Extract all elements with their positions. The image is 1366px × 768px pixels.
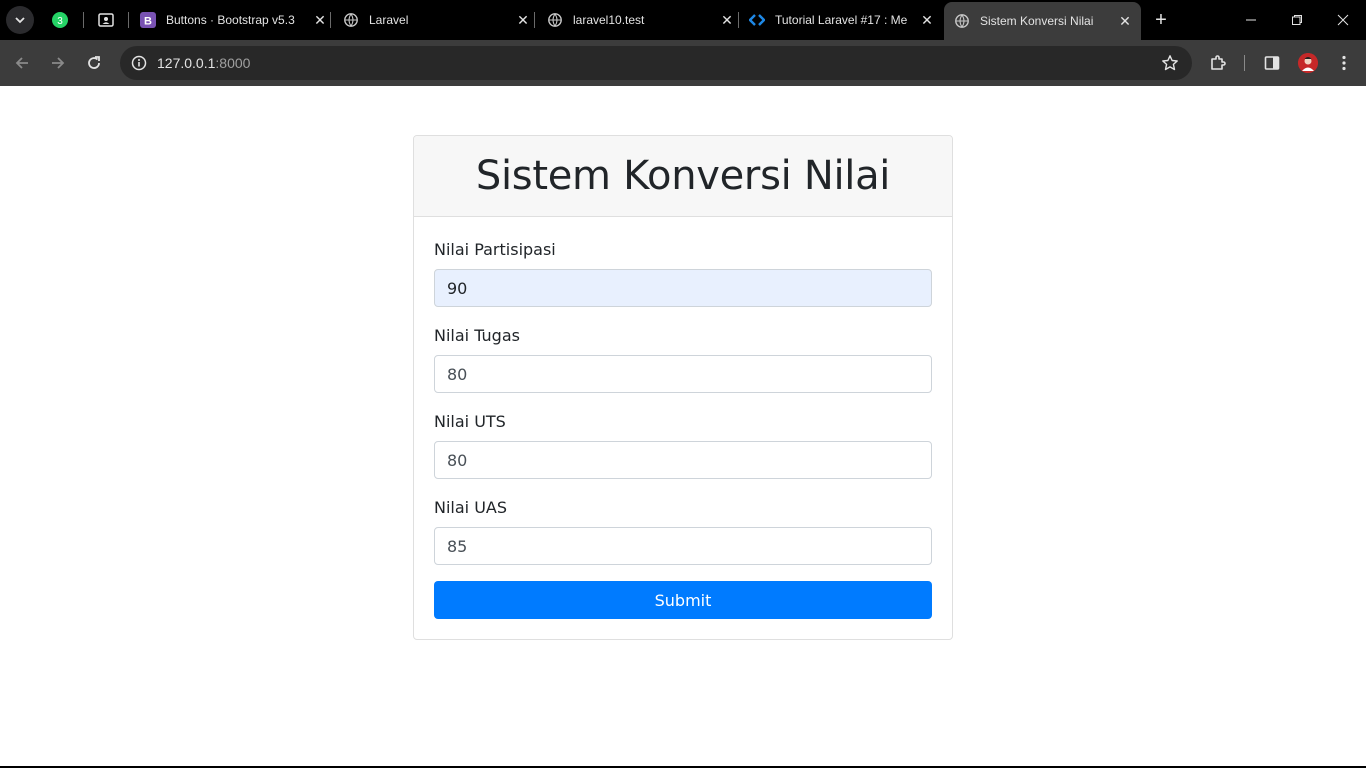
- bootstrap-icon: B: [140, 12, 156, 28]
- tab-bootstrap-buttons[interactable]: B Buttons · Bootstrap v5.3 ✕: [140, 0, 328, 40]
- chevron-down-icon: [15, 17, 25, 24]
- whatsapp-icon: 3: [52, 12, 68, 28]
- tab-title: Sistem Konversi Nilai: [980, 14, 1094, 28]
- close-window-icon[interactable]: [1320, 0, 1366, 40]
- close-tab-icon[interactable]: ✕: [312, 12, 328, 28]
- tab-title: Tutorial Laravel #17 : Me: [775, 13, 908, 27]
- back-button[interactable]: [8, 49, 36, 77]
- tab-separator: [738, 12, 739, 28]
- label-nilai-tugas: Nilai Tugas: [434, 326, 520, 345]
- browser-tab-strip: 3 B Buttons · Bootstrap v5.3 ✕ Laravel ✕…: [0, 0, 1366, 40]
- whatsapp-badge: 3: [57, 16, 63, 27]
- tab-separator: [534, 12, 535, 28]
- minimize-window-icon[interactable]: [1228, 0, 1274, 40]
- url-text[interactable]: 127.0.0.1:8000: [157, 55, 250, 71]
- url-host: 127.0.0.1: [157, 55, 216, 71]
- forward-button[interactable]: [44, 49, 72, 77]
- tab-title: Buttons · Bootstrap v5.3: [166, 13, 295, 27]
- submit-button[interactable]: Submit: [434, 581, 932, 619]
- tab-tutorial-laravel[interactable]: Tutorial Laravel #17 : Me ✕: [749, 0, 935, 40]
- globe-icon: [547, 12, 563, 28]
- label-nilai-uas: Nilai UAS: [434, 498, 508, 517]
- reload-button[interactable]: [80, 49, 108, 77]
- svg-text:B: B: [144, 16, 152, 28]
- pinned-tab-whatsapp[interactable]: 3: [48, 8, 72, 32]
- close-tab-icon[interactable]: ✕: [919, 12, 935, 28]
- globe-icon: [343, 12, 359, 28]
- tab-laravel[interactable]: Laravel ✕: [343, 0, 531, 40]
- profile-avatar[interactable]: [1298, 53, 1318, 73]
- contact-card-icon: [98, 13, 114, 27]
- close-tab-icon[interactable]: ✕: [515, 12, 531, 28]
- tab-title: laravel10.test: [573, 13, 645, 27]
- tab-title: Laravel: [369, 13, 409, 27]
- arrow-right-icon: [52, 57, 65, 69]
- input-nilai-uas[interactable]: [434, 527, 932, 565]
- arrow-left-icon: [15, 57, 28, 69]
- bookmark-star-icon[interactable]: [1160, 53, 1180, 73]
- page-title: Sistem Konversi Nilai: [475, 153, 891, 199]
- tab-search-button[interactable]: [6, 6, 34, 34]
- site-info-icon[interactable]: [128, 52, 150, 74]
- more-menu-icon[interactable]: [1332, 51, 1356, 75]
- new-tab-plus-icon[interactable]: +: [1150, 9, 1172, 31]
- tab-sistem-konversi-nilai[interactable]: Sistem Konversi Nilai ✕: [944, 2, 1141, 40]
- browser-toolbar: 127.0.0.1:8000: [0, 40, 1366, 86]
- pinned-tab-contacts[interactable]: [94, 8, 118, 32]
- globe-icon: [954, 13, 970, 29]
- toolbar-separator: [1244, 55, 1245, 71]
- extensions-puzzle-icon[interactable]: [1206, 51, 1230, 75]
- input-nilai-tugas[interactable]: [434, 355, 932, 393]
- label-nilai-uts: Nilai UTS: [434, 412, 506, 431]
- input-nilai-partisipasi[interactable]: [434, 269, 932, 307]
- tab-laravel10-test[interactable]: laravel10.test ✕: [547, 0, 735, 40]
- tab-separator: [83, 12, 84, 28]
- reload-icon: [88, 56, 100, 69]
- address-bar[interactable]: 127.0.0.1:8000: [120, 46, 1192, 80]
- card-header: Sistem Konversi Nilai: [414, 136, 952, 217]
- close-tab-icon[interactable]: ✕: [719, 12, 735, 28]
- label-nilai-partisipasi: Nilai Partisipasi: [434, 240, 556, 259]
- restore-window-icon[interactable]: [1274, 0, 1320, 40]
- code-brackets-icon: [749, 12, 765, 28]
- konversi-nilai-card: Sistem Konversi Nilai Nilai Partisipasi …: [413, 135, 953, 640]
- tab-separator: [128, 12, 129, 28]
- tab-separator: [330, 12, 331, 28]
- url-port: :8000: [215, 55, 251, 71]
- close-tab-icon[interactable]: ✕: [1117, 13, 1133, 29]
- side-panel-icon[interactable]: [1260, 51, 1284, 75]
- input-nilai-uts[interactable]: [434, 441, 932, 479]
